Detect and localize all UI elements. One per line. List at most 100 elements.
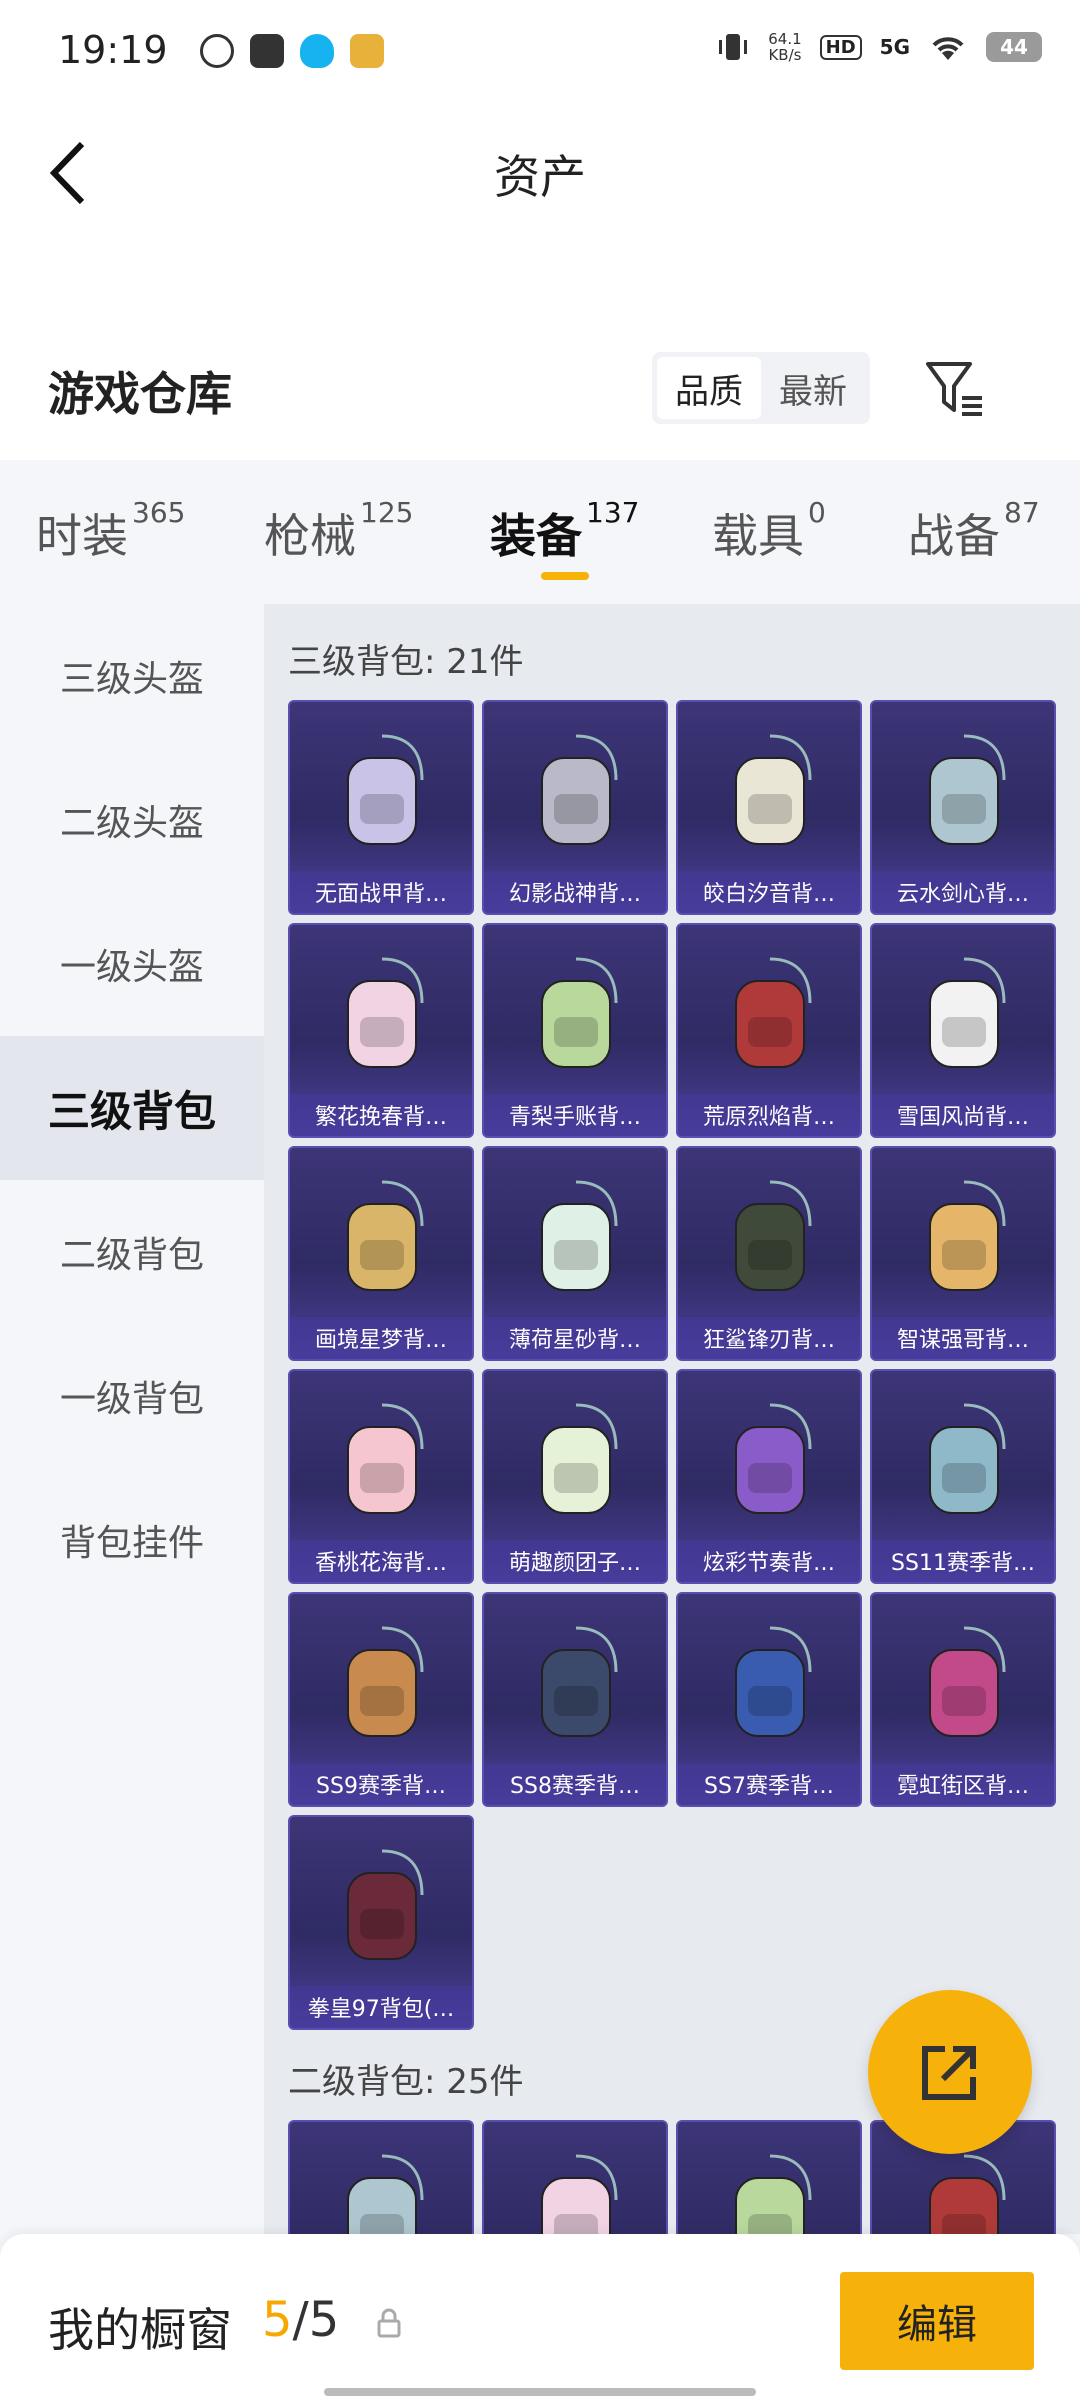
item-tile[interactable]: 皎白汐音背…: [676, 700, 862, 915]
item-name: 幻影战神背…: [484, 871, 666, 913]
showcase-bar: 我的橱窗 5/5 编辑: [0, 2234, 1080, 2400]
backpack-image: [735, 1626, 812, 1737]
item-tile[interactable]: 繁花挽春背…: [288, 923, 474, 1138]
backpack-image: [929, 957, 1006, 1068]
item-tile[interactable]: 薄荷星砂背…: [482, 1146, 668, 1361]
sidebar-item-backpack-charm[interactable]: 背包挂件: [0, 1468, 264, 1612]
backpack-image: [735, 1180, 812, 1291]
signal-5g: 5G: [879, 35, 910, 59]
item-name: 萌趣颜团子…: [484, 1540, 666, 1582]
item-tile[interactable]: 雪国风尚背…: [870, 923, 1056, 1138]
item-name: 薄荷星砂背…: [484, 1317, 666, 1359]
top-header: 资产: [0, 106, 1080, 236]
sidebar-item-backpack-lv1[interactable]: 一级背包: [0, 1324, 264, 1468]
tab-supplies[interactable]: 战备 87: [908, 496, 1040, 566]
sidebar-item-backpack-lv2[interactable]: 二级背包: [0, 1180, 264, 1324]
status-bar: 19:19 64.1 KB/s HD 5G 44: [0, 0, 1080, 106]
active-tab-indicator: [541, 572, 589, 580]
item-tile[interactable]: SS7赛季背…: [676, 1592, 862, 1807]
tab-firearms[interactable]: 枪械 125: [264, 496, 413, 566]
home-indicator[interactable]: [324, 2388, 756, 2396]
status-time: 19:19: [58, 28, 168, 72]
item-tile[interactable]: 狂鲨锋刃背…: [676, 1146, 862, 1361]
sort-option-latest[interactable]: 最新: [761, 357, 865, 419]
share-fab-button[interactable]: [868, 1990, 1032, 2154]
item-name: 繁花挽春背…: [290, 1094, 472, 1136]
item-tile[interactable]: 云水剑心背…: [870, 700, 1056, 915]
showcase-separator: /: [292, 2292, 309, 2348]
item-tile[interactable]: [288, 2120, 474, 2234]
tab-label: 枪械: [264, 509, 356, 563]
battery-indicator: 44: [986, 32, 1042, 62]
item-tile[interactable]: [676, 2120, 862, 2234]
item-tile[interactable]: 画境星梦背…: [288, 1146, 474, 1361]
lock-icon: [377, 2308, 401, 2338]
tab-label: 装备: [490, 509, 582, 563]
item-name: 炫彩节奏背…: [678, 1540, 860, 1582]
item-name: 拳皇97背包(…: [290, 1986, 472, 2028]
showcase-total: 5: [308, 2292, 340, 2348]
edit-button[interactable]: 编辑: [840, 2272, 1034, 2370]
item-name: 霓虹街区背…: [872, 1763, 1054, 1805]
leaf-app-icon: [200, 34, 234, 68]
item-tile[interactable]: 霓虹街区背…: [870, 1592, 1056, 1807]
item-tile[interactable]: SS8赛季背…: [482, 1592, 668, 1807]
backpack-image: [347, 734, 424, 845]
backpack-image: [541, 1403, 618, 1514]
backpack-image: [735, 2154, 812, 2234]
item-name: 皎白汐音背…: [678, 871, 860, 913]
sort-option-quality[interactable]: 品质: [657, 357, 761, 419]
backpack-image: [347, 1180, 424, 1291]
notification-icons: [200, 34, 384, 68]
item-grid: 无面战甲背… 幻影战神背… 皎白汐音背… 云水剑心背… 繁花挽春背… 青梨手账背… 荒原烈焰…: [288, 700, 1056, 2030]
backpack-image: [347, 2154, 424, 2234]
item-tile[interactable]: 香桃花海背…: [288, 1369, 474, 1584]
item-tile[interactable]: 荒原烈焰背…: [676, 923, 862, 1138]
repository-title: 游戏仓库: [48, 367, 232, 421]
sidebar-item-helmet-lv3[interactable]: 三级头盔: [0, 604, 264, 748]
tab-equipment[interactable]: 装备 137: [490, 496, 639, 566]
section-title: 二级背包: 25件: [288, 2062, 524, 2102]
showcase-label: 我的橱窗: [48, 2303, 232, 2357]
backpack-image: [347, 1626, 424, 1737]
item-tile[interactable]: 炫彩节奏背…: [676, 1369, 862, 1584]
backpack-image: [541, 1626, 618, 1737]
showcase-current: 5: [262, 2292, 293, 2348]
item-name: SS11赛季背…: [872, 1540, 1054, 1582]
tab-count: 87: [1004, 496, 1040, 529]
backpack-image: [541, 2154, 618, 2234]
item-name: 云水剑心背…: [872, 871, 1054, 913]
item-tile[interactable]: 拳皇97背包(…: [288, 1815, 474, 2030]
item-tile[interactable]: [482, 2120, 668, 2234]
item-tile[interactable]: 幻影战神背…: [482, 700, 668, 915]
sidebar-item-helmet-lv1[interactable]: 一级头盔: [0, 892, 264, 1036]
vibrate-icon: [719, 34, 748, 60]
backpack-image: [541, 734, 618, 845]
tab-label: 时装: [36, 509, 128, 563]
backpack-image: [347, 957, 424, 1068]
tab-label: 战备: [908, 509, 1000, 563]
item-name: 狂鲨锋刃背…: [678, 1317, 860, 1359]
sidebar-item-backpack-lv3[interactable]: 三级背包: [0, 1036, 264, 1180]
game-app-icon: [350, 34, 384, 68]
sort-toggle: 品质 最新: [652, 352, 870, 424]
repository-row: 游戏仓库 品质 最新: [0, 340, 1080, 460]
backpack-image: [735, 957, 812, 1068]
item-tile[interactable]: 无面战甲背…: [288, 700, 474, 915]
hd-badge: HD: [819, 34, 862, 60]
item-tile[interactable]: 青梨手账背…: [482, 923, 668, 1138]
item-tile[interactable]: 萌趣颜团子…: [482, 1369, 668, 1584]
backpack-image: [929, 734, 1006, 845]
wifi-icon: [932, 37, 964, 60]
tab-fashion[interactable]: 时装 365: [36, 496, 185, 566]
item-tile[interactable]: 智谋强哥背…: [870, 1146, 1056, 1361]
item-tile[interactable]: SS9赛季背…: [288, 1592, 474, 1807]
tab-count: 0: [808, 496, 826, 529]
sidebar-item-helmet-lv2[interactable]: 二级头盔: [0, 748, 264, 892]
tab-vehicles[interactable]: 载具 0: [712, 496, 826, 566]
showcase-count: 5/5: [262, 2292, 339, 2348]
item-tile[interactable]: SS11赛季背…: [870, 1369, 1056, 1584]
backpack-image: [929, 1403, 1006, 1514]
mail-app-icon: [250, 34, 284, 68]
filter-icon[interactable]: [920, 354, 990, 424]
